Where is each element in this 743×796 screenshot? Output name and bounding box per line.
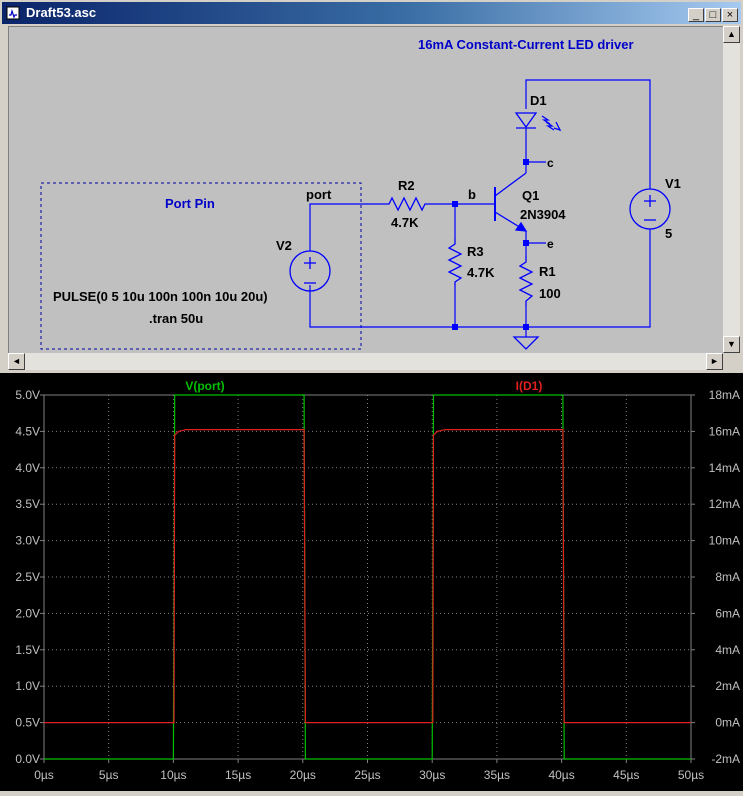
y-tick-label-left: 2.5V: [15, 570, 40, 584]
x-tick-label: 35µs: [484, 768, 510, 782]
d1-name[interactable]: D1: [530, 93, 547, 108]
r1-value[interactable]: 100: [539, 286, 561, 301]
x-tick-label: 50µs: [678, 768, 704, 782]
net-label-port[interactable]: port: [306, 187, 332, 202]
r2-name[interactable]: R2: [398, 178, 415, 193]
schematic-window: Draft53.asc _ □ × 16mA Constant-Current …: [0, 0, 743, 373]
y-tick-label-right: 2mA: [715, 679, 740, 693]
scroll-up-arrow[interactable]: ▲: [723, 26, 740, 43]
y-tick-label-right: 6mA: [715, 606, 740, 620]
voltage-source-v1-symbol[interactable]: [629, 188, 671, 230]
ground-symbol[interactable]: [512, 336, 540, 350]
q1-model[interactable]: 2N3904: [520, 207, 566, 222]
maximize-button[interactable]: □: [705, 8, 721, 22]
window-title: Draft53.asc: [26, 5, 97, 20]
y-tick-label-left: 3.5V: [15, 497, 40, 511]
right-axis: 18mA 16mA 14mA 12mA 10mA 8mA 6mA 4mA 2mA 0mA -2mA: [709, 388, 740, 766]
led-d1-symbol[interactable]: [514, 112, 562, 132]
x-tick-label: 5µs: [99, 768, 119, 782]
resistor-r2-symbol[interactable]: [384, 196, 429, 212]
net-label-e[interactable]: e: [547, 237, 554, 251]
y-tick-label-right: 10mA: [709, 534, 740, 548]
resistor-r1-symbol[interactable]: [518, 256, 534, 306]
schematic-canvas[interactable]: 16mA Constant-Current LED driver Port Pi…: [8, 26, 724, 354]
scroll-left-arrow[interactable]: ◄: [8, 353, 25, 370]
y-tick-label-left: 1.5V: [15, 643, 40, 657]
scroll-right-arrow[interactable]: ►: [706, 353, 723, 370]
size-grip[interactable]: [723, 353, 740, 370]
r3-value[interactable]: 4.7K: [467, 265, 495, 280]
x-tick-label: 45µs: [613, 768, 639, 782]
waveform-viewer[interactable]: 5.0V 4.5V 4.0V 3.5V 3.0V 2.5V 2.0V 1.5V 1.0V 0.5V…: [0, 373, 743, 791]
legend-v-port[interactable]: V(port): [185, 379, 224, 393]
port-pin-label: Port Pin: [165, 196, 215, 211]
title-bar[interactable]: Draft53.asc _ □ ×: [2, 2, 741, 24]
tran-directive[interactable]: .tran 50u: [149, 311, 203, 326]
close-button[interactable]: ×: [722, 8, 738, 22]
pulse-directive[interactable]: PULSE(0 5 10u 100n 100n 10u 20u): [53, 289, 268, 304]
junctions: [452, 159, 529, 330]
q1-name[interactable]: Q1: [522, 188, 539, 203]
x-tick-label: 25µs: [354, 768, 380, 782]
r3-name[interactable]: R3: [467, 244, 484, 259]
scroll-down-arrow[interactable]: ▼: [723, 336, 740, 353]
x-tick-label: 15µs: [225, 768, 251, 782]
x-tick-label: 20µs: [290, 768, 316, 782]
resistor-r3-symbol[interactable]: [447, 239, 463, 286]
schematic-drawing[interactable]: 16mA Constant-Current LED driver Port Pi…: [9, 27, 724, 354]
left-axis: 5.0V 4.5V 4.0V 3.5V 3.0V 2.5V 2.0V 1.5V 1.0V 0.5V…: [15, 388, 40, 766]
plot-frame: [43, 394, 692, 760]
vertical-scrollbar[interactable]: ▲ ▼: [723, 26, 740, 353]
y-tick-label-right: 18mA: [709, 388, 740, 402]
schematic-file-icon: [6, 6, 20, 20]
y-tick-label-right: 14mA: [709, 461, 740, 475]
y-tick-label-right: 8mA: [715, 570, 740, 584]
x-tick-label: 0µs: [34, 768, 54, 782]
y-tick-label-right: -2mA: [711, 752, 740, 766]
minimize-button[interactable]: _: [688, 8, 704, 22]
net-label-c[interactable]: c: [547, 156, 554, 170]
y-tick-label-left: 5.0V: [15, 388, 40, 402]
y-tick-label-right: 4mA: [715, 643, 740, 657]
r2-value[interactable]: 4.7K: [391, 215, 419, 230]
x-tick-label: 30µs: [419, 768, 445, 782]
y-tick-label-right: 16mA: [709, 424, 740, 438]
schematic-heading: 16mA Constant-Current LED driver: [418, 37, 634, 52]
y-tick-label-right: 0mA: [715, 716, 740, 730]
x-tick-label: 40µs: [548, 768, 574, 782]
y-tick-label-left: 0.5V: [15, 716, 40, 730]
x-tick-label: 10µs: [160, 768, 186, 782]
y-tick-label-left: 0.0V: [15, 752, 40, 766]
net-label-b[interactable]: b: [468, 187, 476, 202]
y-tick-label-left: 4.5V: [15, 424, 40, 438]
legend-i-d1[interactable]: I(D1): [516, 379, 543, 393]
trace-v-port[interactable]: [44, 394, 691, 760]
y-tick-label-right: 12mA: [709, 497, 740, 511]
v1-value[interactable]: 5: [665, 226, 672, 241]
x-axis: 0µs 5µs 10µs 15µs 20µs 25µs 30µs 35µs 40µs 45µs 50…: [34, 768, 704, 782]
y-tick-label-left: 2.0V: [15, 606, 40, 620]
trace-i-d1[interactable]: [44, 429, 691, 724]
y-tick-label-left: 3.0V: [15, 534, 40, 548]
horizontal-scrollbar[interactable]: ◄ ►: [8, 353, 723, 370]
v1-name[interactable]: V1: [665, 176, 681, 191]
plot-grid: [40, 394, 695, 763]
r1-name[interactable]: R1: [539, 264, 556, 279]
v2-name[interactable]: V2: [276, 238, 292, 253]
waveform-plot[interactable]: 5.0V 4.5V 4.0V 3.5V 3.0V 2.5V 2.0V 1.5V 1.0V 0.5V…: [0, 373, 743, 791]
wires: [309, 79, 651, 337]
y-tick-label-left: 4.0V: [15, 461, 40, 475]
y-tick-label-left: 1.0V: [15, 679, 40, 693]
traces: [44, 394, 691, 760]
